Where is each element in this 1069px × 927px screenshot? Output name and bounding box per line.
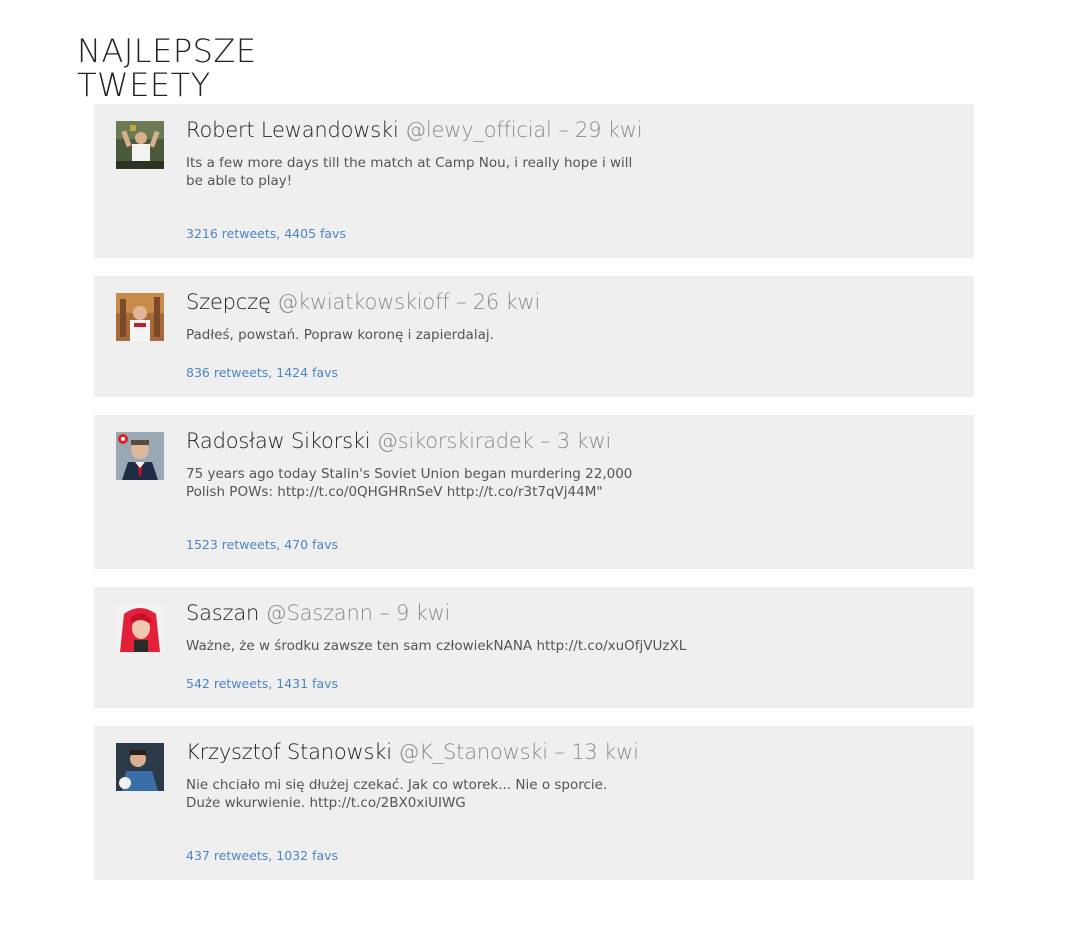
tweet-card: Szepczę @kwiatkowskioff – 26 kwi Padłeś,… — [94, 276, 974, 397]
tweet-text: Padłeś, powstań. Popraw koronę i zapierd… — [186, 327, 494, 343]
header-separator: – — [540, 429, 551, 453]
header-separator: – — [455, 290, 467, 314]
tweet-text: Ważne, że w środku zawsze ten sam człowi… — [186, 638, 687, 654]
header-separator: – — [554, 740, 565, 764]
avatar-stanowski-icon — [116, 743, 164, 791]
tweet-date[interactable]: 29 kwi — [575, 118, 643, 142]
avatar[interactable] — [116, 432, 164, 480]
header-separator: – — [558, 118, 569, 142]
header-separator: – — [379, 601, 390, 625]
page-title: NAJLEPSZE TWEETY — [77, 34, 377, 102]
author-handle[interactable]: @Saszann — [266, 601, 373, 625]
page-title-line-2: TWEETY — [77, 66, 211, 105]
tweet-header: Robert Lewandowski @lewy_official – 29 k… — [186, 117, 643, 143]
tweet-header: Krzysztof Stanowski @K_Stanowski – 13 kw… — [186, 739, 639, 765]
avatar-lewandowski-icon — [116, 121, 164, 169]
avatar[interactable] — [116, 293, 164, 341]
tweet-date[interactable]: 13 kwi — [571, 740, 639, 764]
tweet-text: Nie chciało mi się dłużej czekać. Jak co… — [186, 777, 608, 811]
tweet-header: Szepczę @kwiatkowskioff – 26 kwi — [186, 289, 540, 315]
tweet-stats-link[interactable]: 1523 retweets, 470 favs — [186, 537, 338, 553]
avatar-sikorski-icon — [116, 432, 164, 480]
tweet-card: Radosław Sikorski @sikorskiradek – 3 kwi… — [94, 415, 974, 569]
tweet-header: Saszan @Saszann – 9 kwi — [186, 600, 450, 626]
author-name[interactable]: Krzysztof Stanowski — [186, 740, 392, 764]
tweet-date[interactable]: 9 kwi — [396, 601, 450, 625]
author-handle[interactable]: @sikorskiradek — [377, 429, 534, 453]
tweet-card: Krzysztof Stanowski @K_Stanowski – 13 kw… — [94, 726, 974, 880]
tweet-date[interactable]: 3 kwi — [557, 429, 611, 453]
author-handle[interactable]: @kwiatkowskioff — [277, 290, 449, 314]
page-title-line-1: NAJLEPSZE — [77, 32, 257, 71]
author-name[interactable]: Saszan — [186, 601, 259, 625]
author-name[interactable]: Radosław Sikorski — [186, 429, 371, 453]
tweet-stats-link[interactable]: 836 retweets, 1424 favs — [186, 365, 338, 381]
avatar[interactable] — [116, 604, 164, 652]
tweet-stats-link[interactable]: 542 retweets, 1431 favs — [186, 676, 338, 692]
author-name[interactable]: Robert Lewandowski — [186, 118, 399, 142]
tweet-stats-link[interactable]: 437 retweets, 1032 favs — [186, 848, 338, 864]
tweet-header: Radosław Sikorski @sikorskiradek – 3 kwi — [186, 428, 611, 454]
author-handle[interactable]: @K_Stanowski — [398, 740, 548, 764]
avatar[interactable] — [116, 121, 164, 169]
avatar[interactable] — [116, 743, 164, 791]
avatar-kwiatkowski-icon — [116, 293, 164, 341]
author-handle[interactable]: @lewy_official — [405, 118, 552, 142]
tweet-card: Saszan @Saszann – 9 kwi Ważne, że w środ… — [94, 587, 974, 708]
tweet-stats-link[interactable]: 3216 retweets, 4405 favs — [186, 226, 346, 242]
tweet-date[interactable]: 26 kwi — [473, 290, 541, 314]
tweet-card: Robert Lewandowski @lewy_official – 29 k… — [94, 104, 974, 258]
author-name[interactable]: Szepczę — [186, 290, 271, 314]
tweet-text: Its a few more days till the match at Ca… — [186, 155, 633, 189]
avatar-saszan-icon — [116, 604, 164, 652]
tweet-text: 75 years ago today Stalin's Soviet Union… — [186, 466, 633, 500]
